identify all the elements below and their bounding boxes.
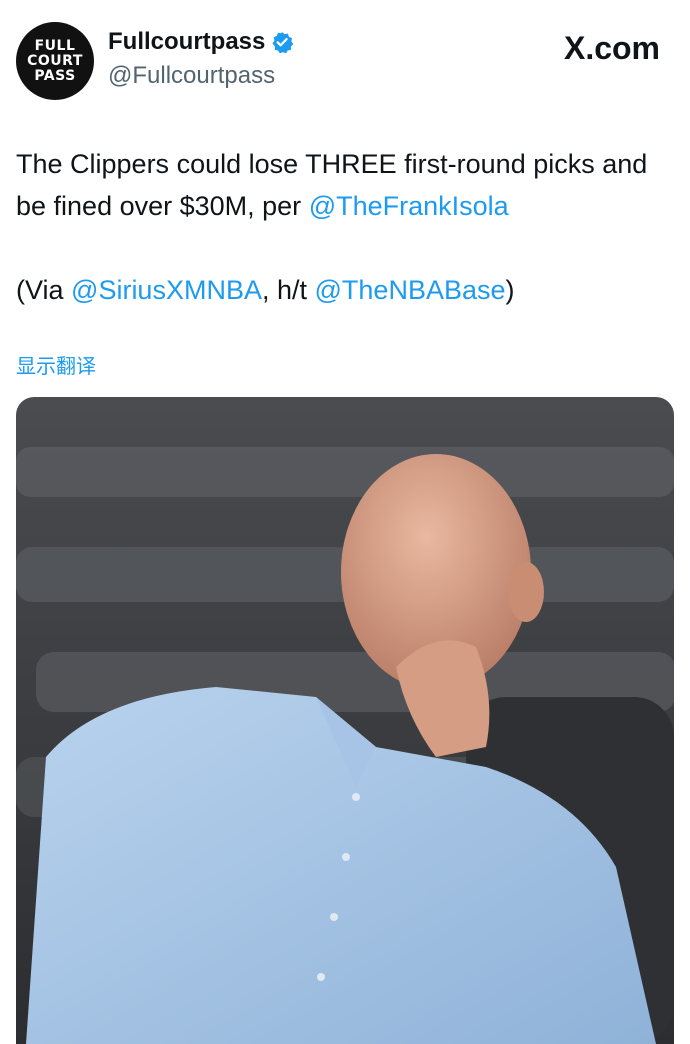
- author-name-row[interactable]: Fullcourtpass: [108, 28, 294, 56]
- mention-link[interactable]: @SiriusXMNBA: [71, 275, 262, 305]
- x-logo[interactable]: X.com: [564, 30, 660, 67]
- tweet-paragraph-1: The Clippers could lose THREE first-roun…: [16, 143, 676, 227]
- tweet-text-segment: ): [505, 275, 515, 305]
- photo-illustration: [16, 397, 674, 1044]
- author-handle[interactable]: @Fullcourtpass: [108, 62, 275, 90]
- avatar[interactable]: FULL COURT PASS: [16, 22, 94, 100]
- avatar-line: FULL: [34, 37, 76, 54]
- show-translation-link[interactable]: 显示翻译: [16, 350, 96, 379]
- mention-link[interactable]: @TheNBABase: [315, 275, 506, 305]
- author-name[interactable]: Fullcourtpass: [108, 28, 265, 56]
- avatar-line: COURT: [27, 52, 83, 69]
- avatar-line: PASS: [34, 67, 76, 84]
- mention-link[interactable]: @TheFrankIsola: [309, 191, 509, 221]
- tweet-text: The Clippers could lose THREE first-roun…: [16, 143, 676, 311]
- tweet-photo[interactable]: [16, 397, 674, 1044]
- tweet-text-segment: (Via: [16, 275, 72, 305]
- tweet-text-segment: , h/t: [261, 275, 315, 305]
- verified-badge-icon: [272, 32, 294, 53]
- tweet-paragraph-2: (Via @SiriusXMNBA, h/t @TheNBABase): [16, 269, 676, 311]
